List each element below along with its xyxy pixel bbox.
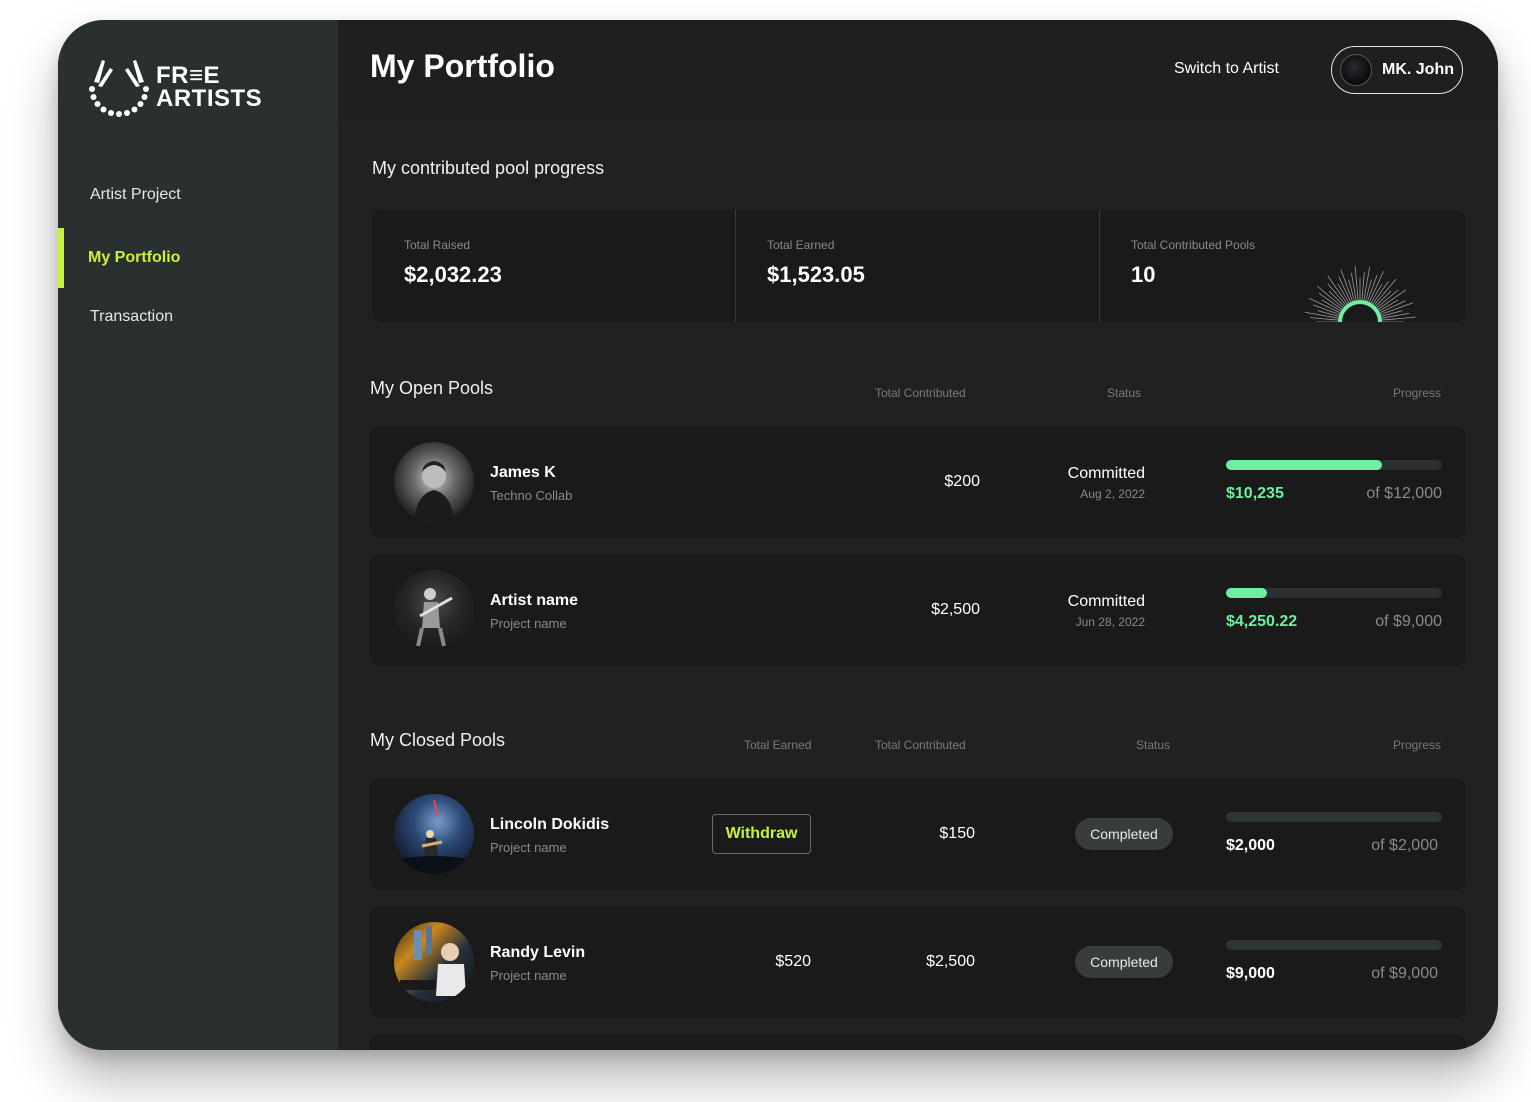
col-head-progress: Progress [1393, 738, 1442, 752]
progress-section-title: My contributed pool progress [372, 158, 605, 178]
col-head-status: Status [1107, 386, 1142, 400]
dj-photo-icon [400, 926, 466, 996]
total-earned: $520 [775, 953, 811, 970]
sidebar-item-my-portfolio[interactable]: My Portfolio [58, 228, 338, 288]
progress-bar [1226, 812, 1442, 822]
logo-wordmark: FR≡E ARTISTS [156, 62, 263, 112]
open-pools-title: My Open Pools [370, 378, 494, 398]
goal-amount: of $12,000 [1366, 485, 1442, 502]
page-title: My Portfolio [370, 48, 555, 84]
progress-bar [1226, 940, 1442, 950]
total-contributed: $150 [939, 825, 975, 842]
stat-value: $2,032.23 [404, 262, 502, 287]
user-menu-button[interactable]: MK. John [1331, 46, 1463, 94]
col-head-progress: Progress [1393, 386, 1442, 400]
progress-bar-fill [1226, 588, 1268, 598]
progress-bar-fill [1226, 460, 1382, 470]
total-contributed: $2,500 [931, 601, 980, 618]
top-header: My Portfolio Switch to Artist MK. John [338, 20, 1498, 122]
withdraw-button[interactable]: Withdraw [712, 814, 811, 854]
stat-label: Total Contributed Pools [1131, 238, 1256, 252]
total-contributed: $200 [944, 473, 980, 490]
artist-avatar [394, 922, 474, 1002]
progress-bar [1226, 460, 1442, 470]
project-name: Techno Collab [490, 488, 573, 503]
status-badge: Completed [1075, 946, 1173, 978]
sidebar-item-label: Artist Project [90, 186, 181, 203]
artist-avatar [394, 794, 474, 874]
stat-value: 10 [1131, 262, 1156, 287]
stat-label: Total Earned [767, 238, 835, 252]
total-contributed: $2,500 [926, 953, 975, 970]
col-head-status: Status [1136, 738, 1171, 752]
col-head-total-contributed: Total Contributed [875, 738, 966, 752]
amount-raised: $2,000 [1226, 837, 1275, 854]
concert-photo-icon [394, 799, 474, 874]
table-row[interactable] [370, 1034, 1466, 1050]
artist-name: Artist name [490, 592, 579, 609]
sidebar-item-artist-project[interactable]: Artist Project [58, 165, 338, 225]
table-row[interactable]: James K Techno Collab $200 Committed Aug… [370, 426, 1466, 538]
goal-amount: of $9,000 [1375, 613, 1442, 630]
stat-label: Total Raised [404, 238, 471, 252]
goal-amount: of $2,000 [1371, 837, 1438, 854]
amount-raised: $9,000 [1226, 965, 1275, 982]
switch-to-artist-link[interactable]: Switch to Artist [1174, 60, 1279, 78]
table-row[interactable]: Randy Levin Project name $520 $2,500 Com… [370, 906, 1466, 1018]
sidebar-item-label: Transaction [90, 308, 173, 325]
sunburst-decoration-icon [1304, 266, 1416, 322]
wings-logo-icon [89, 60, 149, 117]
progress-bar-fill [1226, 812, 1442, 822]
table-row[interactable]: Artist name Project name $2,500 Committe… [370, 554, 1466, 666]
stat-divider [1099, 210, 1100, 322]
status-badge: Completed [1075, 818, 1173, 850]
stats-card: Total Raised $2,032.23 Total Earned $1,5… [372, 210, 1466, 322]
artist-avatar [394, 442, 474, 522]
sidebar: FR≡E ARTISTS Artist Project My Portfolio… [58, 20, 338, 1050]
guitarist-photo-icon [416, 588, 453, 647]
logo-line-1: FR≡E [156, 62, 221, 89]
amount-raised: $4,250.22 [1226, 613, 1298, 630]
logo-line-2: ARTISTS [156, 85, 263, 112]
status-date: Aug 2, 2022 [1080, 487, 1145, 501]
project-name: Project name [490, 968, 567, 983]
col-head-total-earned: Total Earned [744, 738, 812, 752]
app-window: FR≡E ARTISTS Artist Project My Portfolio… [58, 20, 1498, 1050]
artist-name: Lincoln Dokidis [490, 816, 610, 833]
user-name: MK. John [1382, 61, 1454, 78]
avatar [1340, 54, 1372, 86]
artist-avatar [394, 570, 474, 650]
stat-divider [735, 210, 736, 322]
artist-name: Randy Levin [490, 944, 586, 961]
col-head-total-contributed: Total Contributed [875, 386, 966, 400]
status-text: Committed [1067, 465, 1145, 482]
main-content: My Portfolio Switch to Artist MK. John M… [338, 20, 1498, 1050]
closed-pools-title: My Closed Pools [370, 730, 506, 750]
artist-name: James K [490, 464, 556, 481]
sidebar-item-label: My Portfolio [88, 249, 181, 266]
sidebar-item-transaction[interactable]: Transaction [58, 287, 338, 347]
status-text: Committed [1067, 593, 1145, 610]
amount-raised: $10,235 [1226, 485, 1284, 502]
stat-value: $1,523.05 [767, 262, 865, 287]
progress-bar [1226, 588, 1442, 598]
project-name: Project name [490, 616, 567, 631]
goal-amount: of $9,000 [1371, 965, 1438, 982]
status-date: Jun 28, 2022 [1075, 615, 1145, 629]
brand-logo[interactable]: FR≡E ARTISTS [88, 56, 268, 118]
table-row[interactable]: Lincoln Dokidis Project name Withdraw $1… [370, 778, 1466, 890]
project-name: Project name [490, 840, 567, 855]
person-photo-icon [414, 461, 454, 522]
progress-bar-fill [1226, 940, 1442, 950]
